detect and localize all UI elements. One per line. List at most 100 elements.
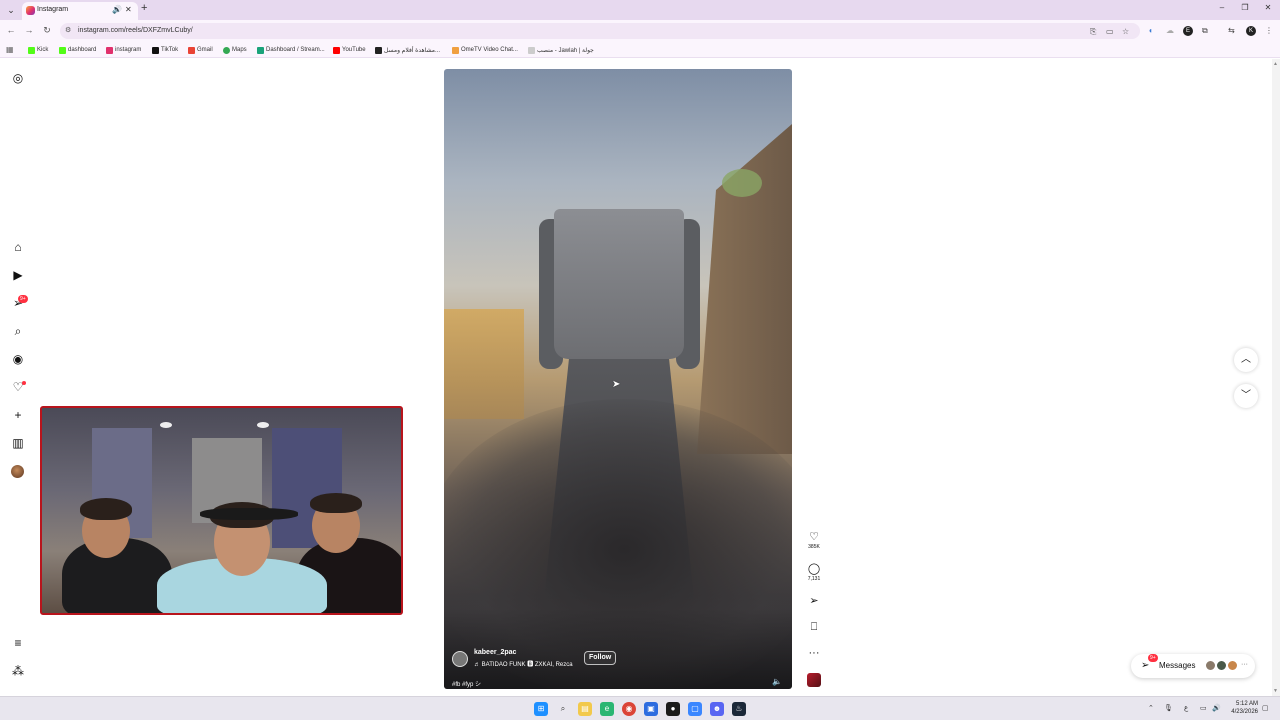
insights-chart-icon[interactable]: ▥ bbox=[10, 435, 26, 451]
profile-avatar[interactable]: K bbox=[1246, 26, 1256, 36]
apps-grid-icon[interactable]: ▦ bbox=[6, 45, 14, 54]
restore-icon[interactable]: ❐ bbox=[1238, 3, 1252, 12]
system-clock[interactable]: 5:12 AM 4/23/2026 bbox=[1228, 700, 1258, 716]
instagram-logo-icon[interactable]: ◎ bbox=[10, 70, 26, 86]
display-icon[interactable]: ▭ bbox=[1200, 704, 1207, 712]
minimize-icon[interactable]: – bbox=[1215, 3, 1229, 12]
file-explorer-icon[interactable]: ▤ bbox=[578, 702, 592, 716]
gmail-icon bbox=[188, 46, 195, 54]
bookmark-dashboard-stream[interactable]: Dashboard / Stream... bbox=[257, 45, 325, 55]
save-button[interactable]: ⎕ bbox=[805, 621, 823, 633]
bookmark-maps[interactable]: Maps bbox=[223, 45, 247, 55]
reel-caption[interactable]: #fb #fyp シ bbox=[452, 679, 481, 688]
address-bar[interactable]: ⚙ instagram.com/reels/DXFZmvLCuby/ ⎘ ▭ ☆ bbox=[60, 23, 1140, 39]
messages-button[interactable]: ➢ 9+ Messages ··· bbox=[1131, 654, 1255, 678]
forward-icon[interactable]: → bbox=[23, 25, 35, 35]
author-avatar[interactable] bbox=[452, 651, 468, 667]
sidebar-toggle-icon[interactable]: ⇆ bbox=[1228, 26, 1235, 35]
explore-compass-icon[interactable]: ◉ bbox=[10, 351, 26, 367]
reels-icon[interactable]: ▶ bbox=[10, 267, 26, 283]
messages-label: Messages bbox=[1159, 661, 1196, 670]
notification-badge: 9+ bbox=[18, 295, 28, 303]
tab-close-icon[interactable]: ✕ bbox=[125, 5, 132, 14]
bookmark-dashboard[interactable]: dashboard bbox=[59, 45, 96, 55]
chevron-up-icon: ︿ bbox=[1241, 354, 1251, 365]
original-audio-thumbnail[interactable] bbox=[807, 673, 821, 687]
new-tab-button[interactable]: + bbox=[141, 2, 147, 14]
notification-dot bbox=[22, 381, 26, 385]
also-from-meta-icon[interactable]: ⁂ bbox=[10, 663, 26, 679]
browser-tab-instagram[interactable]: Instagram 🔊 ✕ bbox=[22, 2, 138, 20]
edge-icon[interactable]: e bbox=[600, 702, 614, 716]
extension-e-icon[interactable]: E bbox=[1183, 26, 1193, 36]
bookmarks-bar: ▦ Kick dashboard instagram TikTok Gmail … bbox=[0, 42, 1280, 58]
windows-taskbar: ⊞ ⌕ ▤ e ◉ ▣ ● ▢ ☻ ♨ ⌃ 🎙 ع ▭ 🔊 5:12 AM 4/… bbox=[0, 696, 1280, 720]
person-right-hair bbox=[310, 493, 362, 513]
bookmark-star-icon[interactable]: ☆ bbox=[1122, 27, 1129, 36]
browser-menu-icon[interactable]: ⋮ bbox=[1265, 26, 1273, 35]
back-icon[interactable]: ← bbox=[5, 25, 17, 35]
audio-track[interactable]: ♬ BATIDAO FUNK 🅱 ZXKAI, Rezca bbox=[474, 659, 573, 668]
person-left-hair bbox=[80, 498, 132, 520]
steam-icon[interactable]: ♨ bbox=[732, 702, 746, 716]
contact-avatar bbox=[1227, 660, 1238, 671]
notification-center-icon[interactable]: ▢ bbox=[1262, 704, 1269, 712]
create-plus-icon[interactable]: + bbox=[10, 407, 26, 423]
comment-count: 7,131 bbox=[807, 576, 821, 582]
author-username[interactable]: kabeer_2pac bbox=[474, 649, 516, 656]
bookmark-youtube[interactable]: YouTube bbox=[333, 45, 366, 55]
extension-cloud-icon[interactable]: ☁ bbox=[1166, 26, 1174, 35]
cast-icon[interactable]: ▭ bbox=[1106, 27, 1114, 36]
language-icon[interactable]: ع bbox=[1184, 704, 1188, 712]
extension-audio-icon[interactable]: ◖ bbox=[1148, 26, 1153, 35]
contact-avatar bbox=[1216, 660, 1227, 671]
discord-icon[interactable]: ☻ bbox=[710, 702, 724, 716]
tray-overflow-icon[interactable]: ⌃ bbox=[1148, 704, 1154, 712]
like-button[interactable]: ♡ 385K bbox=[805, 531, 823, 550]
microphone-icon[interactable]: 🎙 bbox=[1164, 704, 1173, 712]
streamlabs-icon bbox=[257, 46, 264, 54]
bookmark-label: مشاهدة أفلام ومسل... bbox=[384, 47, 441, 54]
url-text[interactable]: instagram.com/reels/DXFZmvLCuby/ bbox=[78, 27, 193, 34]
search-icon[interactable]: ⌕ bbox=[10, 323, 26, 339]
maps-icon bbox=[223, 46, 230, 54]
app-icon[interactable]: ▢ bbox=[688, 702, 702, 716]
page-scrollbar[interactable]: ▲ ▼ bbox=[1272, 59, 1280, 696]
home-icon[interactable]: ⌂ bbox=[10, 239, 26, 255]
more-menu-icon[interactable]: ≡ bbox=[10, 635, 26, 651]
close-window-icon[interactable]: ✕ bbox=[1261, 3, 1275, 12]
extensions-puzzle-icon[interactable]: ⧉ bbox=[1202, 26, 1208, 36]
bookmark-jawlah[interactable]: منصب - Jawlah | جولة bbox=[528, 45, 594, 55]
scroll-up-icon[interactable]: ▲ bbox=[1273, 61, 1278, 67]
ellipsis-icon: ··· bbox=[808, 647, 820, 659]
heart-icon: ♡ bbox=[809, 531, 819, 543]
bookmark-tiktok[interactable]: TikTok bbox=[152, 45, 178, 55]
taskbar-search-icon[interactable]: ⌕ bbox=[556, 702, 570, 716]
next-reel-button[interactable]: ﹀ bbox=[1234, 384, 1258, 408]
site-info-icon[interactable]: ⚙ bbox=[65, 26, 71, 34]
comment-button[interactable]: ◯ 7,131 bbox=[805, 563, 823, 582]
follow-button[interactable]: Follow bbox=[584, 651, 617, 665]
store-icon[interactable]: ▣ bbox=[644, 702, 658, 716]
reload-icon[interactable]: ↻ bbox=[41, 25, 53, 36]
bookmark-kick[interactable]: Kick bbox=[28, 45, 48, 55]
speaker-icon[interactable]: 🔊 bbox=[112, 5, 122, 14]
more-options-button[interactable]: ··· bbox=[805, 647, 823, 659]
tab-search-icon[interactable]: ⌄ bbox=[4, 3, 18, 17]
youtube-icon bbox=[333, 46, 340, 54]
profile-avatar-icon[interactable] bbox=[11, 465, 24, 478]
translate-icon[interactable]: ⎘ bbox=[1090, 27, 1096, 37]
previous-reel-button[interactable]: ︿ bbox=[1234, 348, 1258, 372]
bookmark-ometv[interactable]: OmeTV Video Chat... bbox=[452, 45, 518, 55]
volume-icon[interactable]: 🔊 bbox=[1212, 704, 1221, 712]
bookmark-movies[interactable]: مشاهدة أفلام ومسل... bbox=[375, 45, 440, 55]
share-button[interactable]: ➢ bbox=[805, 595, 823, 607]
mute-toggle-icon[interactable]: 🔈 bbox=[772, 677, 782, 686]
bookmark-instagram[interactable]: instagram bbox=[106, 45, 141, 55]
scroll-down-icon[interactable]: ▼ bbox=[1273, 688, 1278, 694]
bookmark-gmail[interactable]: Gmail bbox=[188, 45, 213, 55]
obs-icon[interactable]: ● bbox=[666, 702, 680, 716]
start-windows-icon[interactable]: ⊞ bbox=[534, 702, 548, 716]
like-count: 385K bbox=[808, 544, 820, 550]
chrome-icon[interactable]: ◉ bbox=[622, 702, 636, 716]
